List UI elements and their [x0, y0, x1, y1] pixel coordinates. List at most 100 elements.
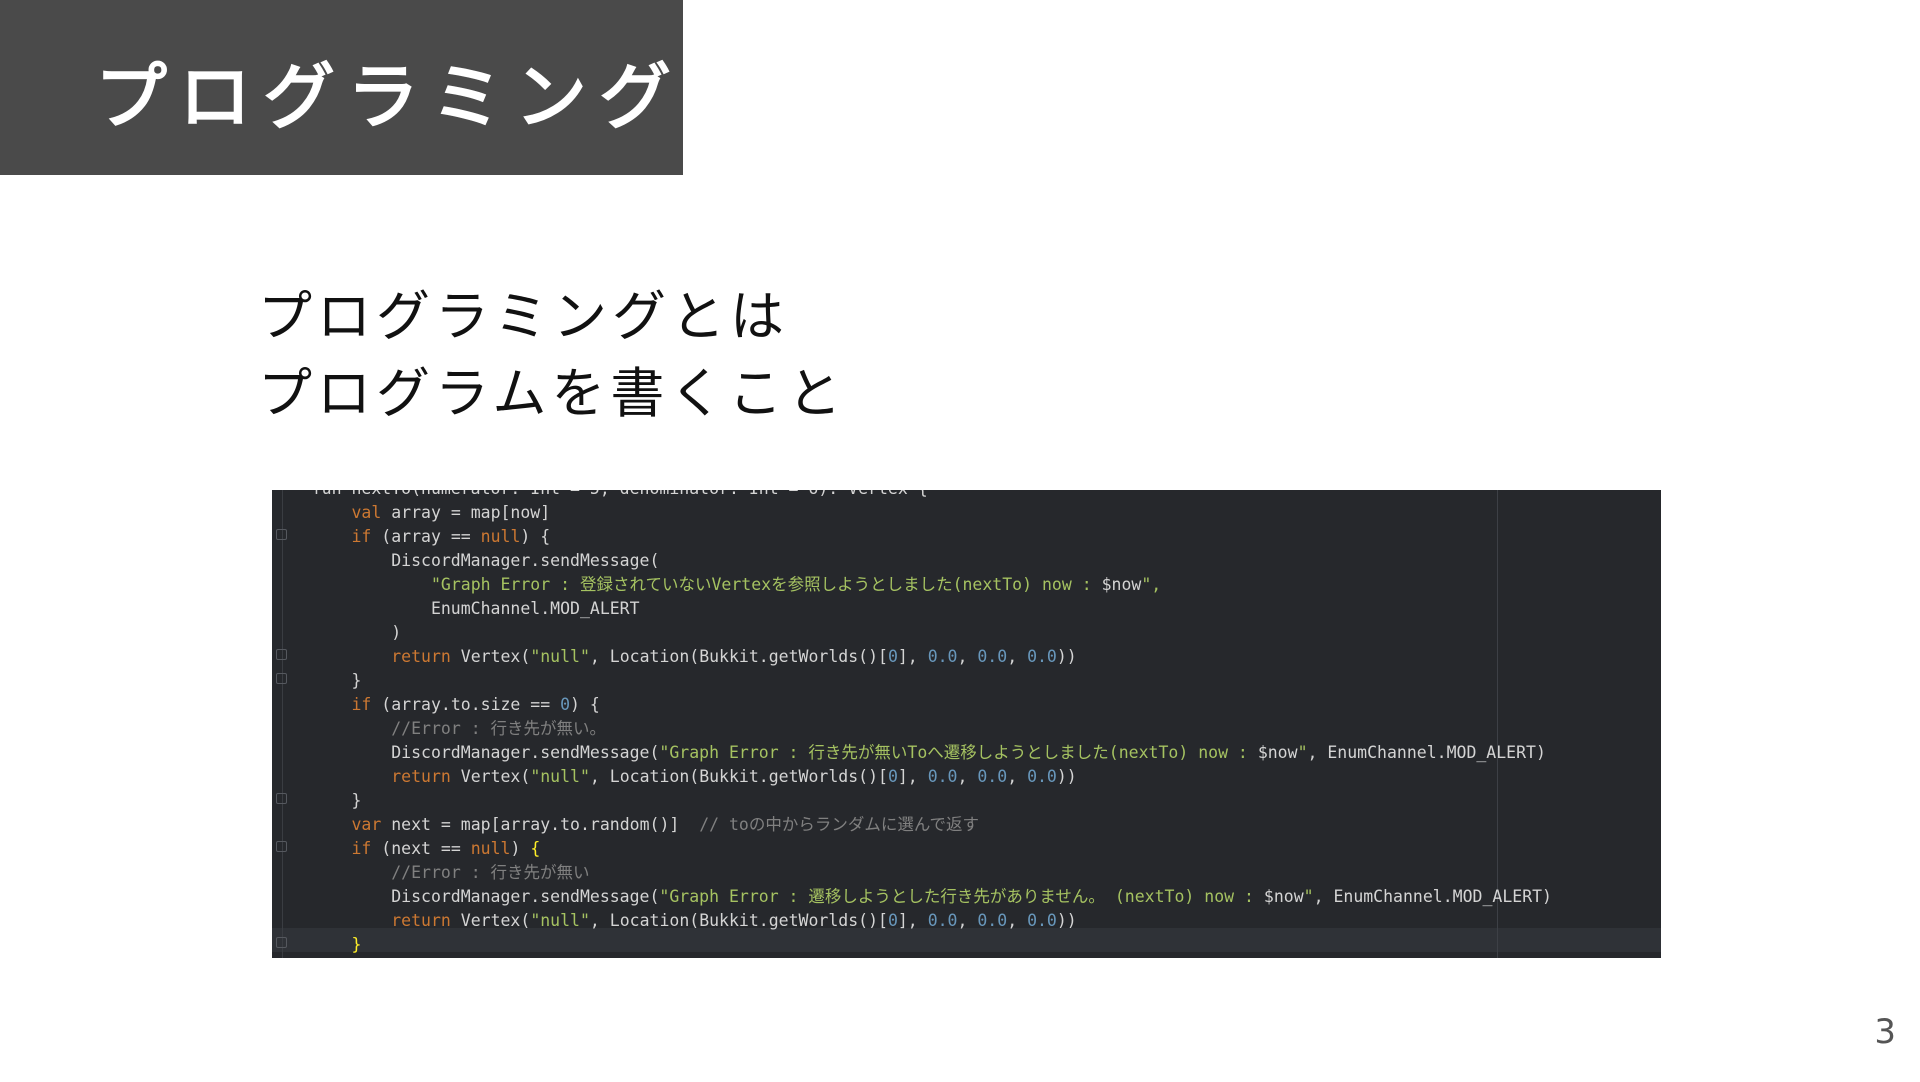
code-token: //Error : 行き先が無い。 [391, 719, 607, 738]
code-token: } [272, 671, 362, 690]
code-token: "null" [530, 767, 590, 786]
code-line: } [272, 789, 1552, 813]
code-line: DiscordManager.sendMessage( [272, 549, 1552, 573]
code-token: } [272, 791, 362, 810]
code-token: " [1297, 743, 1308, 762]
code-block: fun nextTo(numerator: Int = 5, denominat… [272, 490, 1552, 957]
code-token: , Location(Bukkit.getWorlds()[ [589, 647, 888, 666]
code-token: 0 [560, 695, 571, 714]
code-token: ], [897, 911, 928, 930]
code-token: Vertex( [450, 911, 531, 930]
code-line: if (next == null) { [272, 837, 1552, 861]
code-token: EnumChannel.MOD_ALERT [272, 599, 640, 618]
code-token: next = map[array.to.random()] [381, 815, 700, 834]
code-token: val [351, 503, 382, 522]
code-line: DiscordManager.sendMessage("Graph Error … [272, 741, 1552, 765]
code-token: "null" [530, 911, 590, 930]
code-token: , [1007, 647, 1028, 666]
code-token: "Graph Error : 行き先が無いToへ遷移しようとしました(nextT… [659, 743, 1258, 762]
code-token: return [391, 911, 451, 930]
code-token: "Graph Error : 登録されていないVertexを参照しようとしました… [430, 575, 1102, 594]
code-token: $now [1257, 743, 1298, 762]
code-token: 0.0 [1027, 767, 1057, 786]
code-token: 0 [887, 647, 898, 666]
code-token: ], [897, 767, 928, 786]
code-token: null [480, 527, 521, 546]
code-token: , [957, 767, 978, 786]
code-token: if [351, 527, 372, 546]
code-token: DiscordManager.sendMessage( [272, 551, 660, 570]
code-token: var [351, 815, 382, 834]
code-token: , [957, 647, 978, 666]
code-token: 0.0 [977, 911, 1008, 930]
code-line: DiscordManager.sendMessage("Graph Error … [272, 885, 1552, 909]
code-line: //Error : 行き先が無い。 [272, 717, 1552, 741]
code-token: ], [897, 647, 928, 666]
code-token: )) [1056, 647, 1077, 666]
code-token: (next == [371, 839, 471, 858]
code-token: 0 [887, 767, 898, 786]
title-bar: プログラミング [0, 0, 683, 175]
code-token: )) [1056, 911, 1077, 930]
code-token: ) [510, 839, 531, 858]
code-token: array = map[now] [381, 503, 551, 522]
code-line: if (array.to.size == 0) { [272, 693, 1552, 717]
code-token: (array == [371, 527, 481, 546]
code-token: 0.0 [1027, 911, 1057, 930]
slide-title: プログラミング [95, 55, 684, 139]
code-token: , [957, 911, 978, 930]
code-line: "Graph Error : 登録されていないVertexを参照しようとしました… [272, 573, 1552, 597]
code-token: DiscordManager.sendMessage( [272, 743, 660, 762]
code-token: " [1303, 887, 1314, 906]
code-token: DiscordManager.sendMessage( [272, 887, 660, 906]
code-token: ) { [570, 695, 600, 714]
code-line: ) [272, 621, 1552, 645]
code-token: ) { [520, 527, 551, 546]
code-token: return [391, 647, 451, 666]
page-number: 3 [1874, 1012, 1896, 1052]
code-token: 0 [887, 911, 898, 930]
code-token: null [470, 839, 511, 858]
code-token: , EnumChannel.MOD_ALERT) [1313, 887, 1552, 906]
code-token: 0.0 [927, 647, 958, 666]
code-token: ", [1141, 575, 1162, 594]
code-line: return Vertex("null", Location(Bukkit.ge… [272, 909, 1552, 933]
code-token: 0.0 [927, 767, 958, 786]
code-token: , [1007, 767, 1028, 786]
code-token: ) [272, 623, 402, 642]
code-token: , [1007, 911, 1028, 930]
code-line: //Error : 行き先が無い [272, 861, 1552, 885]
code-token: // toの中からランダムに選んで返す [699, 815, 980, 834]
code-token: "null" [530, 647, 590, 666]
code-token: } [351, 935, 362, 954]
code-token: 0.0 [977, 767, 1008, 786]
code-token: $now [1263, 887, 1304, 906]
code-line: fun nextTo(numerator: Int = 5, denominat… [272, 490, 1552, 501]
code-token: 0.0 [1027, 647, 1057, 666]
code-token: Vertex( [450, 767, 531, 786]
slide-body: プログラミングとは プログラムを書くこと [258, 278, 846, 432]
code-token: $now [1101, 575, 1142, 594]
code-token: , Location(Bukkit.getWorlds()[ [589, 911, 888, 930]
code-line: } [272, 669, 1552, 693]
code-token: (array.to.size == [371, 695, 561, 714]
code-token: //Error : 行き先が無い [391, 863, 590, 882]
code-token: if [351, 695, 372, 714]
code-token: 0.0 [977, 647, 1008, 666]
body-line-2: プログラムを書くこと [258, 362, 847, 425]
code-token: )) [1056, 767, 1077, 786]
code-line: } [272, 933, 1552, 957]
code-token: , Location(Bukkit.getWorlds()[ [589, 767, 888, 786]
code-token: Vertex( [450, 647, 531, 666]
code-screenshot: fun nextTo(numerator: Int = 5, denominat… [272, 490, 1661, 958]
